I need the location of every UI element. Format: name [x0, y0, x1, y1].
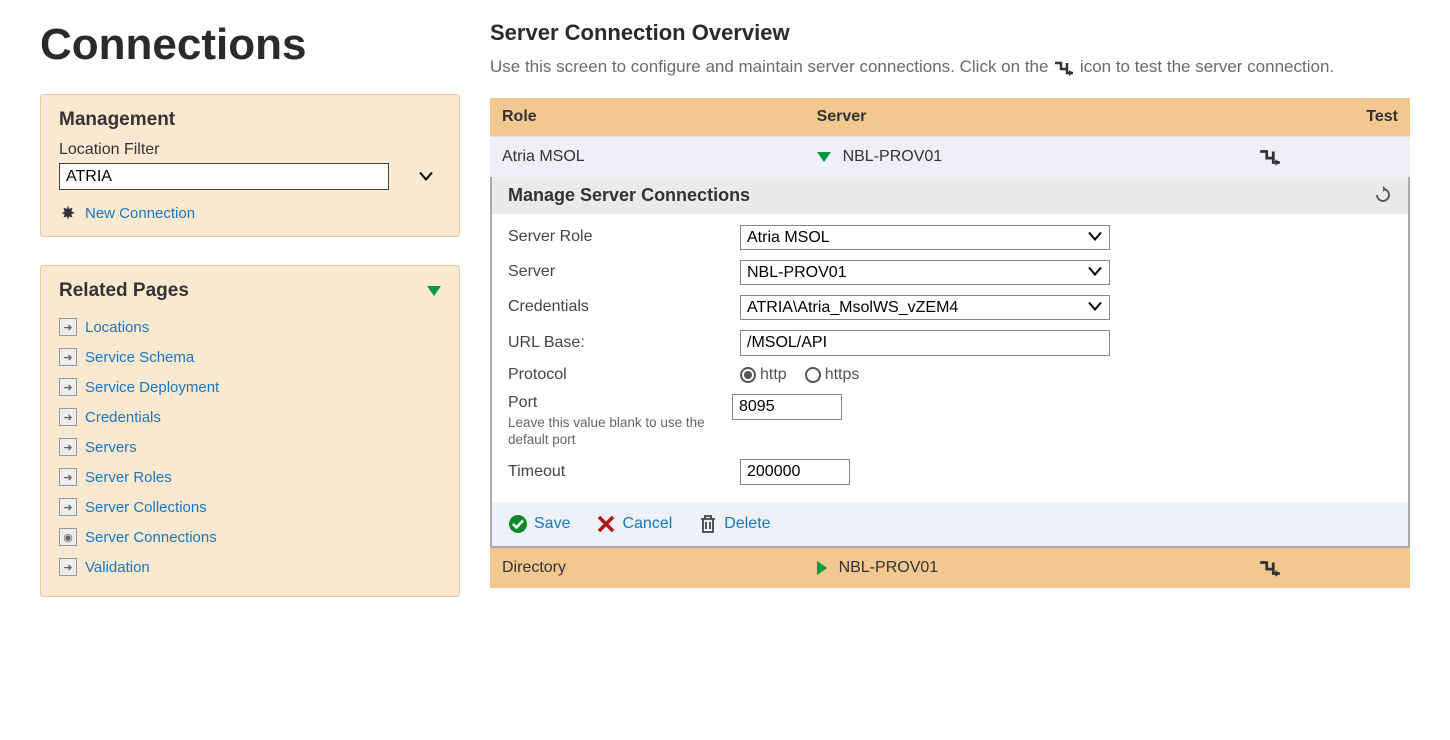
port-input[interactable] — [732, 394, 842, 420]
arrow-icon: ➜ — [59, 438, 77, 456]
related-link-service-schema[interactable]: Service Schema — [85, 349, 194, 366]
section-description: Use this screen to configure and maintai… — [490, 54, 1410, 80]
related-link-locations[interactable]: Locations — [85, 319, 149, 336]
new-connection-link[interactable]: New Connection — [85, 205, 195, 222]
delete-button[interactable]: Delete — [698, 514, 770, 534]
expand-icon[interactable] — [817, 152, 831, 162]
timeout-input[interactable] — [740, 459, 850, 485]
server-label: Server — [508, 263, 728, 281]
connections-table: Role Server Test Atria MSOL NBL-PROV01 — [490, 98, 1410, 588]
credentials-label: Credentials — [508, 298, 728, 316]
arrow-icon: ➜ — [59, 498, 77, 516]
related-link-server-connections[interactable]: Server Connections — [85, 529, 217, 546]
arrow-icon: ➜ — [59, 318, 77, 336]
cell-server: NBL-PROV01 — [843, 148, 943, 166]
cancel-button[interactable]: Cancel — [596, 514, 672, 534]
related-pages-heading: Related Pages — [59, 280, 189, 302]
connection-editor: Manage Server Connections Server Role At… — [490, 177, 1410, 548]
table-row[interactable]: Directory NBL-PROV01 — [490, 548, 1410, 588]
protocol-https-radio[interactable]: https — [805, 366, 860, 384]
arrow-icon: ➜ — [59, 378, 77, 396]
arrow-icon: ➜ — [59, 408, 77, 426]
related-link-servers[interactable]: Servers — [85, 439, 137, 456]
refresh-icon[interactable] — [1374, 186, 1392, 204]
server-select[interactable]: NBL-PROV01 — [740, 260, 1110, 285]
section-title: Server Connection Overview — [490, 20, 1410, 46]
arrow-icon: ➜ — [59, 558, 77, 576]
star-icon — [59, 204, 77, 222]
collapse-icon[interactable] — [427, 286, 441, 296]
test-connection-icon[interactable] — [1258, 558, 1398, 578]
gear-icon: ◉ — [59, 528, 77, 546]
col-server: Server — [805, 98, 1246, 137]
expand-icon[interactable] — [817, 561, 827, 575]
related-link-validation[interactable]: Validation — [85, 559, 150, 576]
related-link-server-collections[interactable]: Server Collections — [85, 499, 207, 516]
server-role-label: Server Role — [508, 228, 728, 246]
credentials-select[interactable]: ATRIA\Atria_MsolWS_vZEM4 — [740, 295, 1110, 320]
server-role-select[interactable]: Atria MSOL — [740, 225, 1110, 250]
cell-role: Directory — [490, 548, 805, 588]
x-icon — [596, 514, 616, 534]
port-helper: Leave this value blank to use the defaul… — [508, 414, 708, 449]
cell-role: Atria MSOL — [490, 136, 805, 177]
arrow-icon: ➜ — [59, 468, 77, 486]
cell-server: NBL-PROV01 — [839, 559, 939, 577]
save-button[interactable]: Save — [508, 514, 570, 534]
url-base-input[interactable] — [740, 330, 1110, 356]
protocol-http-radio[interactable]: http — [740, 366, 787, 384]
location-filter-label: Location Filter — [59, 141, 441, 159]
chevron-down-icon — [419, 168, 433, 185]
related-link-server-roles[interactable]: Server Roles — [85, 469, 172, 486]
editor-title: Manage Server Connections — [508, 185, 750, 206]
test-connection-icon[interactable] — [1258, 147, 1398, 167]
timeout-label: Timeout — [508, 463, 728, 481]
port-label: Port — [508, 394, 708, 412]
management-heading: Management — [59, 109, 441, 131]
related-pages-panel: Related Pages ➜ Locations ➜ Service Schema… — [40, 265, 460, 597]
table-row[interactable]: Atria MSOL NBL-PROV01 — [490, 136, 1410, 177]
trash-icon — [698, 514, 718, 534]
protocol-label: Protocol — [508, 366, 728, 384]
related-link-service-deployment[interactable]: Service Deployment — [85, 379, 219, 396]
location-filter-select[interactable]: ATRIA — [59, 163, 389, 190]
col-role: Role — [490, 98, 805, 137]
connection-test-icon — [1053, 59, 1075, 77]
check-icon — [508, 514, 528, 534]
page-title: Connections — [40, 20, 460, 70]
related-pages-list: ➜ Locations ➜ Service Schema ➜ Service Depl… — [59, 312, 441, 582]
url-base-label: URL Base: — [508, 334, 728, 352]
col-test: Test — [1246, 98, 1410, 137]
related-link-credentials[interactable]: Credentials — [85, 409, 161, 426]
arrow-icon: ➜ — [59, 348, 77, 366]
management-panel: Management Location Filter ATRIA New Con… — [40, 94, 460, 237]
